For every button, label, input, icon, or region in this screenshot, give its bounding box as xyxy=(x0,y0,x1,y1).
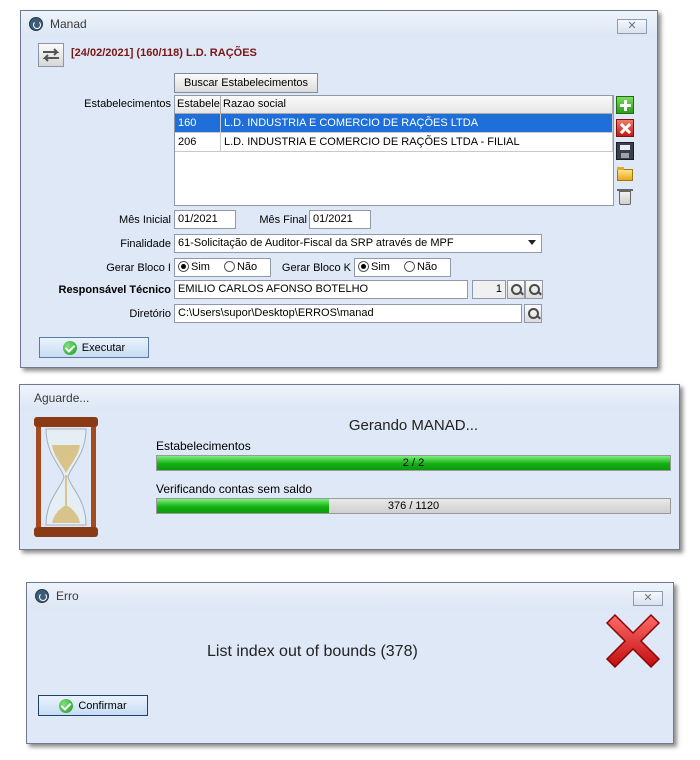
radio-selected-icon xyxy=(358,261,369,272)
delete-icon[interactable] xyxy=(616,119,634,137)
hourglass-icon xyxy=(34,417,98,537)
company-header: [24/02/2021] (160/118) L.D. RAÇÕES xyxy=(71,47,257,59)
progress-bar-estabelecimentos: 2 / 2 xyxy=(156,455,671,471)
table-row[interactable]: 160 L.D. INDUSTRIA E COMERCIO DE RAÇÕES … xyxy=(175,114,613,133)
executar-button[interactable]: Executar xyxy=(39,337,149,358)
bloco-k-label: Gerar Bloco K xyxy=(281,262,351,274)
bloco-i-sim[interactable]: Sim xyxy=(178,261,210,274)
confirmar-button[interactable]: Confirmar xyxy=(38,695,148,716)
error-x-icon xyxy=(605,613,661,669)
table-row[interactable]: 206 L.D. INDUSTRIA E COMERCIO DE RAÇÕES … xyxy=(175,133,613,152)
cell-code: 160 xyxy=(175,114,221,132)
sim-label: Sim xyxy=(371,261,390,273)
col-razao-social[interactable]: Razao social xyxy=(221,96,613,113)
open-folder-icon[interactable] xyxy=(616,165,634,183)
save-icon[interactable] xyxy=(616,142,634,160)
bloco-i-nao[interactable]: Não xyxy=(223,261,258,274)
responsavel-label: Responsável Técnico xyxy=(58,284,172,296)
responsavel-field[interactable]: EMILIO CARLOS AFONSO BOTELHO xyxy=(174,280,468,299)
search-icon[interactable] xyxy=(507,280,525,299)
responsavel-number[interactable]: 1 xyxy=(472,280,506,299)
diretorio-field[interactable]: C:\Users\supor\Desktop\ERROS\manad xyxy=(174,304,522,323)
diretorio-label: Diretório xyxy=(129,308,171,320)
estabelecimentos-grid[interactable]: Estabelec Razao social 160 L.D. INDUSTRI… xyxy=(174,95,614,206)
mes-inicial-label: Mês Inicial xyxy=(119,214,171,226)
manad-window: Manad ✕ [24/02/2021] (160/118) L.D. RAÇÕ… xyxy=(20,10,658,368)
add-icon[interactable] xyxy=(616,96,634,114)
progress-2-label: Verificando contas sem saldo xyxy=(156,482,313,496)
list-icon[interactable] xyxy=(525,280,543,299)
finalidade-value: 61-Solicitação de Auditor-Fiscal da SRP … xyxy=(178,237,454,249)
radio-icon xyxy=(403,261,415,272)
cell-code: 206 xyxy=(175,133,221,151)
nao-label: Não xyxy=(416,261,438,273)
grid-header: Estabelec Razao social xyxy=(175,96,613,114)
progress-1-label: Estabelecimentos xyxy=(156,439,251,453)
nao-label: Não xyxy=(236,261,258,273)
bloco-k-radiogroup: Sim Não xyxy=(354,258,451,277)
swap-button[interactable] xyxy=(38,43,64,67)
cell-name: L.D. INDUSTRIA E COMERCIO DE RAÇÕES LTDA xyxy=(221,114,613,132)
finalidade-select[interactable]: 61-Solicitação de Auditor-Fiscal da SRP … xyxy=(174,234,542,253)
progress-text: 376 / 1120 xyxy=(387,500,440,512)
gerando-heading: Gerando MANAD... xyxy=(348,417,479,434)
bloco-k-sim[interactable]: Sim xyxy=(358,261,390,274)
mes-inicial-field[interactable]: 01/2021 xyxy=(174,210,236,229)
sim-label: Sim xyxy=(191,261,210,273)
aguarde-title: Aguarde... xyxy=(34,391,90,405)
error-message: List index out of bounds (378) xyxy=(207,643,418,660)
executar-label: Executar xyxy=(81,341,126,354)
mes-final-label: Mês Final xyxy=(259,214,307,226)
app-icon xyxy=(35,589,49,603)
swap-arrows-icon xyxy=(42,48,60,62)
mes-final-field[interactable]: 01/2021 xyxy=(309,210,371,229)
erro-titlebar: Erro ✕ xyxy=(27,583,673,609)
erro-title: Erro xyxy=(56,589,79,603)
check-icon xyxy=(62,340,77,355)
bloco-i-label: Gerar Bloco I xyxy=(106,262,171,274)
manad-title: Manad xyxy=(50,17,87,31)
trash-icon[interactable] xyxy=(616,188,634,206)
aguarde-titlebar: Aguarde... xyxy=(20,385,679,411)
estabelecimentos-label: Estabelecimentos xyxy=(84,98,171,110)
confirmar-label: Confirmar xyxy=(78,699,127,712)
finalidade-label: Finalidade xyxy=(120,238,171,250)
close-button[interactable]: ✕ xyxy=(617,19,647,34)
radio-icon xyxy=(223,261,235,272)
check-icon xyxy=(59,698,74,713)
close-button[interactable]: ✕ xyxy=(633,591,663,606)
bloco-k-nao[interactable]: Não xyxy=(403,261,438,274)
aguarde-window: Aguarde... Gerando MANAD... Estabelecime… xyxy=(19,384,680,550)
progress-bar-contas: 376 / 1120 xyxy=(156,498,671,514)
col-estabelec[interactable]: Estabelec xyxy=(175,96,221,113)
bloco-i-radiogroup: Sim Não xyxy=(174,258,271,277)
radio-selected-icon xyxy=(178,261,189,272)
manad-titlebar: Manad ✕ xyxy=(21,11,657,37)
chevron-down-icon[interactable] xyxy=(528,240,536,245)
progress-text: 2 / 2 xyxy=(402,457,425,469)
browse-icon[interactable] xyxy=(524,304,542,323)
app-icon xyxy=(29,17,43,31)
buscar-estabelecimentos-button[interactable]: Buscar Estabelecimentos xyxy=(174,73,318,93)
cell-name: L.D. INDUSTRIA E COMERCIO DE RAÇÕES LTDA… xyxy=(221,133,613,151)
erro-window: Erro ✕ List index out of bounds (378) Co… xyxy=(26,582,674,744)
